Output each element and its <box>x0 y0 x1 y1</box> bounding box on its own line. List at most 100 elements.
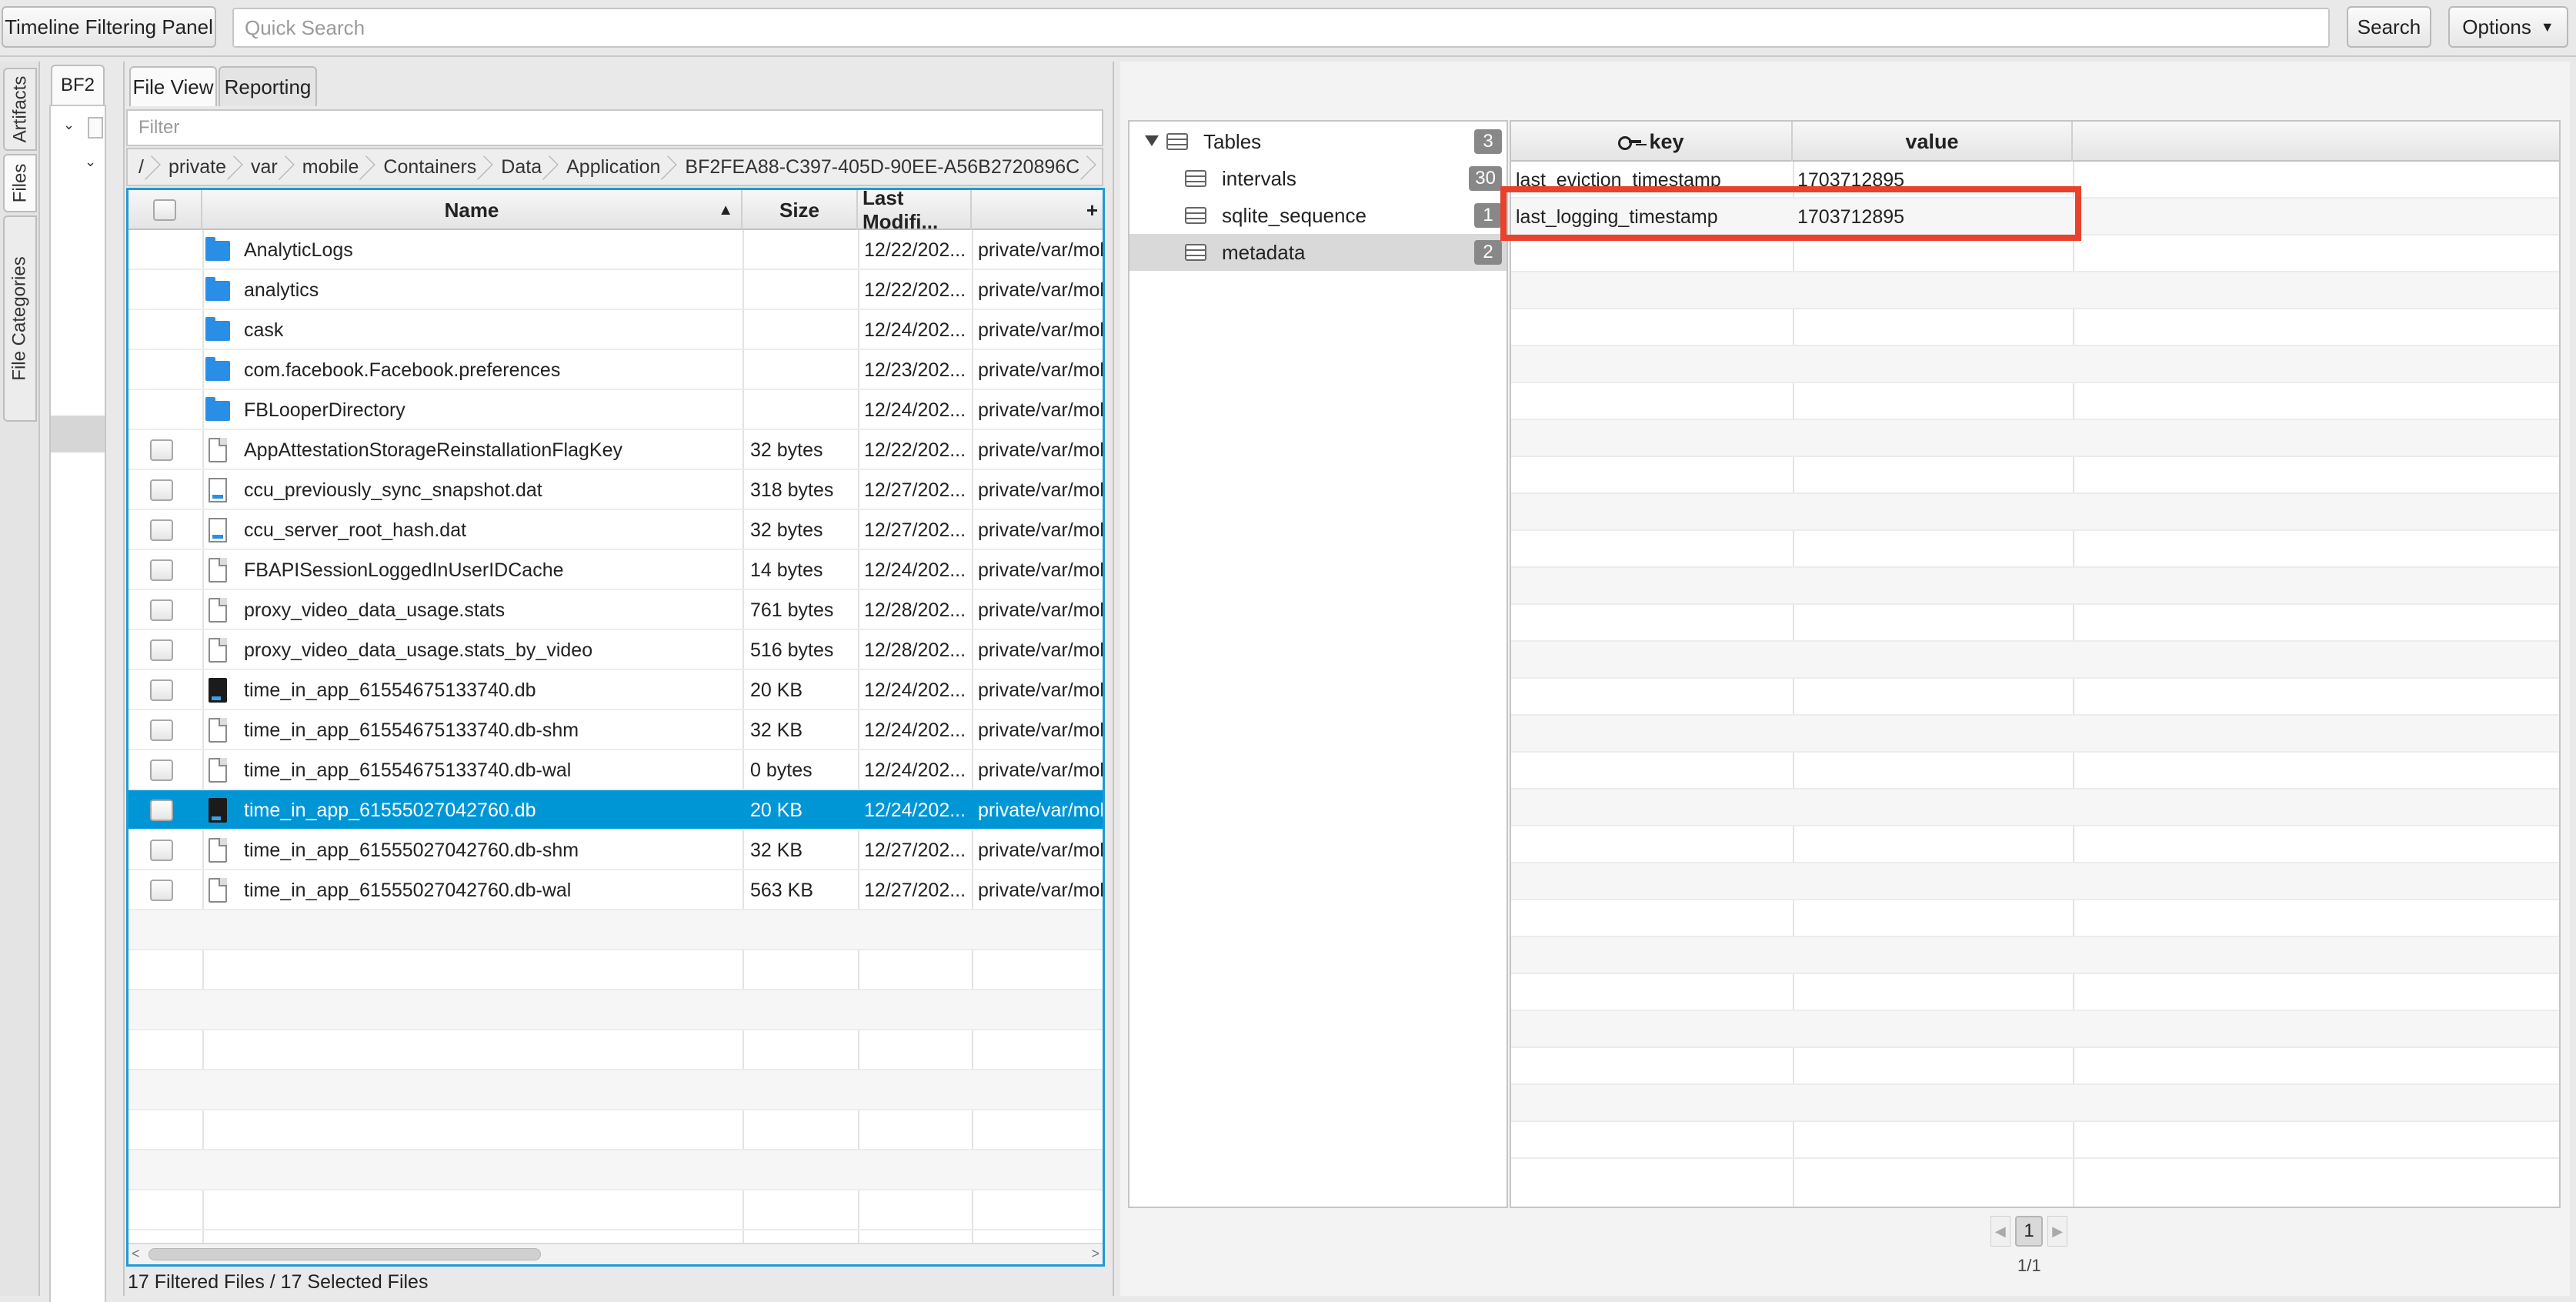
options-menu-button[interactable]: Options ▼ <box>2448 6 2568 48</box>
table-row[interactable] <box>128 1190 1103 1230</box>
current-page-button[interactable]: 1 <box>2014 1216 2044 1247</box>
tree-node-child[interactable]: ⌄ <box>51 146 105 183</box>
table-row[interactable]: proxy_video_data_usage.stats_by_video 516… <box>128 630 1103 670</box>
table-row[interactable] <box>1511 1048 2559 1085</box>
row-checkbox[interactable] <box>150 800 173 821</box>
row-checkbox[interactable] <box>150 679 173 701</box>
table-row[interactable] <box>1511 974 2559 1011</box>
chevron-down-icon[interactable]: ⌄ <box>85 154 96 170</box>
table-row[interactable] <box>1511 937 2559 974</box>
breadcrumb-item[interactable]: / <box>128 149 158 185</box>
table-row[interactable] <box>1511 235 2559 272</box>
quick-search-input[interactable]: Quick Search <box>232 8 2330 48</box>
tree-node-sqlite-sequence[interactable]: sqlite_sequence 1 <box>1130 197 1507 234</box>
table-row[interactable]: last_logging_timestamp 1703712895 <box>1511 199 2559 235</box>
breadcrumb-item[interactable]: private <box>158 149 240 185</box>
row-checkbox[interactable] <box>150 439 173 461</box>
table-row[interactable] <box>1511 642 2559 679</box>
table-row[interactable]: time_in_app_61554675133740.db 20 KB 12/24/… <box>128 670 1103 710</box>
table-row[interactable] <box>1511 346 2559 383</box>
breadcrumb-item[interactable]: Do <box>1093 149 1102 185</box>
column-header-name[interactable]: Name ▲ <box>202 190 742 230</box>
breadcrumb-item[interactable]: mobile <box>292 149 373 185</box>
table-row[interactable] <box>1511 900 2559 937</box>
table-row[interactable] <box>1511 753 2559 790</box>
row-checkbox[interactable] <box>150 719 173 741</box>
add-column-button[interactable]: + <box>972 190 1103 230</box>
table-row[interactable]: ccu_server_root_hash.dat 32 bytes 12/27/20… <box>128 510 1103 550</box>
next-page-icon[interactable]: ▶ <box>2047 1216 2068 1247</box>
table-row[interactable]: time_in_app_61554675133740.db-shm 32 KB 12… <box>128 710 1103 750</box>
table-row[interactable]: time_in_app_61555027042760.db 20 KB 12/24/… <box>128 790 1103 830</box>
table-row[interactable] <box>128 1070 1103 1110</box>
column-header-value[interactable]: value <box>1793 122 2073 162</box>
tree-selected-row[interactable] <box>51 416 105 452</box>
table-row[interactable] <box>1511 420 2559 457</box>
table-row[interactable] <box>1511 716 2559 753</box>
table-row[interactable]: last_eviction_timestamp 1703712895 <box>1511 162 2559 199</box>
row-checkbox[interactable] <box>150 479 173 501</box>
table-row[interactable] <box>128 910 1103 950</box>
row-checkbox[interactable] <box>150 760 173 781</box>
table-row[interactable] <box>128 1150 1103 1190</box>
search-button[interactable]: Search <box>2347 6 2431 48</box>
table-row[interactable] <box>1511 1011 2559 1048</box>
table-row[interactable] <box>128 1110 1103 1150</box>
expand-triangle-icon[interactable] <box>1145 135 1159 146</box>
table-row[interactable]: time_in_app_61555027042760.db-shm 32 KB 12… <box>128 830 1103 870</box>
table-row[interactable] <box>1511 863 2559 900</box>
tree-node-metadata[interactable]: metadata 2 <box>1130 234 1507 271</box>
tab-files[interactable]: Files <box>3 154 37 212</box>
row-checkbox[interactable] <box>150 599 173 621</box>
table-row[interactable] <box>1511 605 2559 642</box>
table-row[interactable] <box>1511 457 2559 494</box>
table-row[interactable] <box>128 950 1103 990</box>
table-row[interactable]: time_in_app_61555027042760.db-wal 563 KB 1… <box>128 870 1103 910</box>
table-row[interactable]: FBAPISessionLoggedInUserIDCache 14 bytes 1… <box>128 550 1103 590</box>
chevron-down-icon[interactable]: ⌄ <box>63 117 75 133</box>
tab-artifacts[interactable]: Artifacts <box>3 68 37 151</box>
table-row[interactable]: AppAttestationStorageReinstallationFlagK… <box>128 430 1103 470</box>
select-all-header[interactable] <box>128 190 202 230</box>
table-row[interactable] <box>1511 1085 2559 1122</box>
tree-node-root[interactable]: ⌄ <box>51 109 105 146</box>
tab-bf2[interactable]: BF2 <box>51 65 105 105</box>
panel-divider[interactable] <box>123 62 125 1296</box>
column-header-modified[interactable]: Last Modifi... <box>858 190 972 233</box>
table-row[interactable]: proxy_video_data_usage.stats 761 bytes 12/… <box>128 590 1103 630</box>
table-row[interactable] <box>1511 494 2559 531</box>
tree-node-intervals[interactable]: intervals 30 <box>1130 160 1507 197</box>
scroll-left-icon[interactable]: < <box>132 1246 140 1262</box>
table-row[interactable] <box>128 1030 1103 1070</box>
table-row[interactable]: ccu_previously_sync_snapshot.dat 318 byte… <box>128 470 1103 510</box>
timeline-filtering-panel-button[interactable]: Timeline Filtering Panel <box>2 6 216 48</box>
select-all-checkbox[interactable] <box>153 199 176 221</box>
scrollbar-thumb[interactable] <box>148 1248 541 1260</box>
tab-file-view[interactable]: File View <box>129 66 217 106</box>
horizontal-scrollbar[interactable]: < > <box>128 1243 1103 1264</box>
table-row[interactable] <box>1511 826 2559 863</box>
table-row[interactable] <box>1511 1122 2559 1159</box>
table-row[interactable] <box>1511 309 2559 346</box>
breadcrumb-item[interactable]: Application <box>556 149 674 185</box>
filter-input[interactable]: Filter <box>126 109 1103 146</box>
table-row[interactable]: com.facebook.Facebook.preferences 12/23/2… <box>128 350 1103 390</box>
tab-reporting[interactable]: Reporting <box>219 66 317 106</box>
scroll-right-icon[interactable]: > <box>1091 1246 1099 1262</box>
table-row[interactable] <box>1511 383 2559 420</box>
row-checkbox[interactable] <box>150 559 173 581</box>
breadcrumb-item[interactable]: Data <box>490 149 556 185</box>
breadcrumb-item[interactable]: var <box>240 149 292 185</box>
row-checkbox[interactable] <box>150 880 173 901</box>
breadcrumb-item[interactable]: Containers <box>372 149 490 185</box>
table-row[interactable]: cask 12/24/202... private/var/mob <box>128 310 1103 350</box>
breadcrumb-item[interactable]: BF2FEA88-C397-405D-90EE-A56B2720896C <box>674 149 1093 185</box>
tree-node-tables[interactable]: Tables 3 <box>1130 123 1507 160</box>
table-row[interactable] <box>1511 568 2559 605</box>
table-row[interactable]: AnalyticLogs 12/22/202... private/var/mob <box>128 230 1103 270</box>
table-row[interactable] <box>1511 272 2559 309</box>
row-checkbox[interactable] <box>150 639 173 661</box>
panel-divider[interactable] <box>1113 62 1114 1296</box>
tab-file-categories[interactable]: File Categories <box>3 215 37 422</box>
row-checkbox[interactable] <box>150 519 173 541</box>
